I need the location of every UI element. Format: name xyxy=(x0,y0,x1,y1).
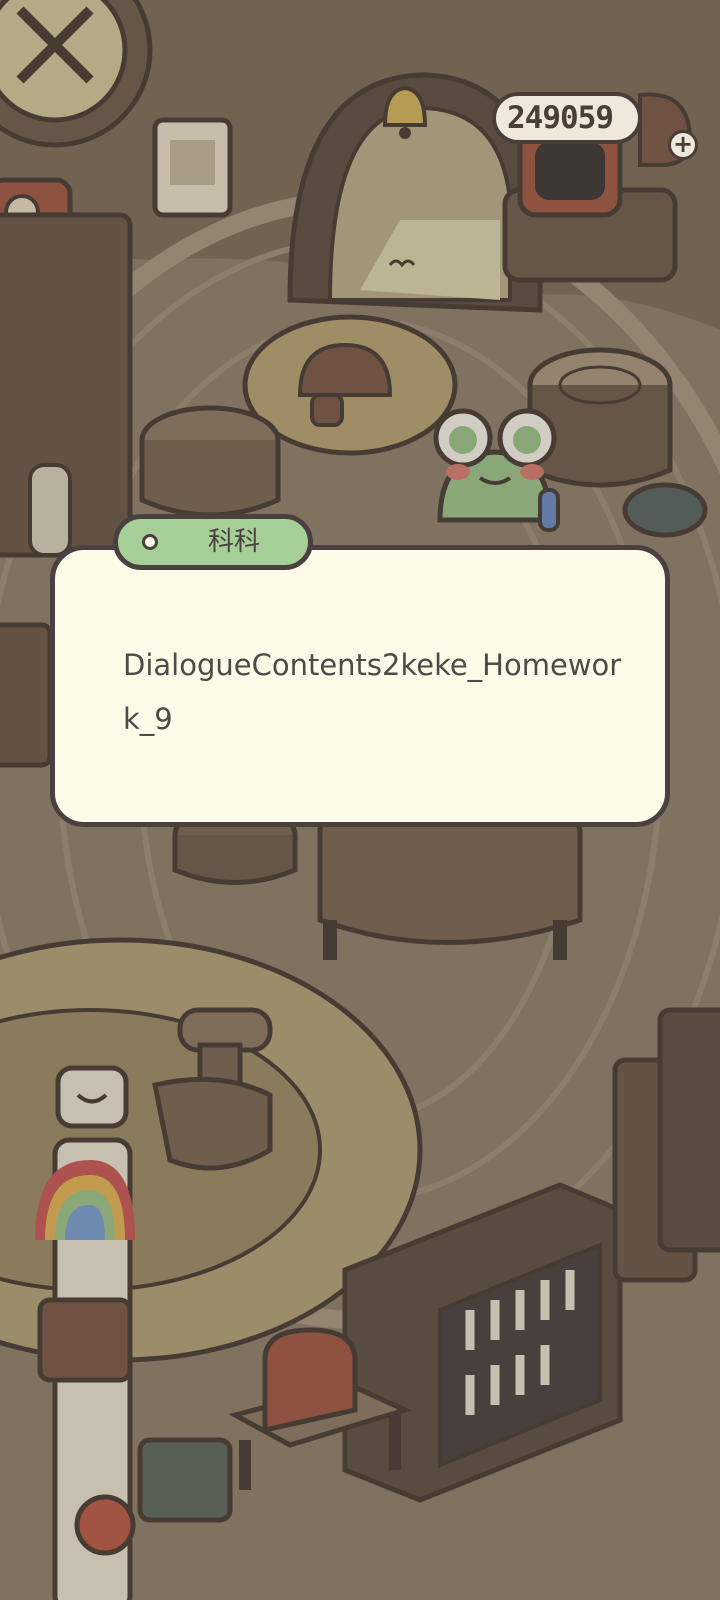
add-coins-button[interactable]: + xyxy=(668,130,698,160)
stump xyxy=(527,347,673,488)
notice-board xyxy=(152,117,233,218)
speaker-tag: 科科 xyxy=(113,514,313,570)
speaker-name: 科科 xyxy=(207,527,260,557)
speaker-dot-icon xyxy=(142,534,158,550)
stool xyxy=(139,405,281,518)
dialogue-box[interactable]: DialogueContents2keke_Homework_9 xyxy=(50,545,670,827)
game-screen[interactable]: 249059 + DialogueContents2keke_Homework_… xyxy=(0,0,720,1600)
apple-icon xyxy=(74,1494,136,1556)
coin-value: 249059 xyxy=(507,100,614,136)
dialogue-text: DialogueContents2keke_Homework_9 xyxy=(123,648,622,736)
coin-counter: 249059 xyxy=(492,92,642,144)
